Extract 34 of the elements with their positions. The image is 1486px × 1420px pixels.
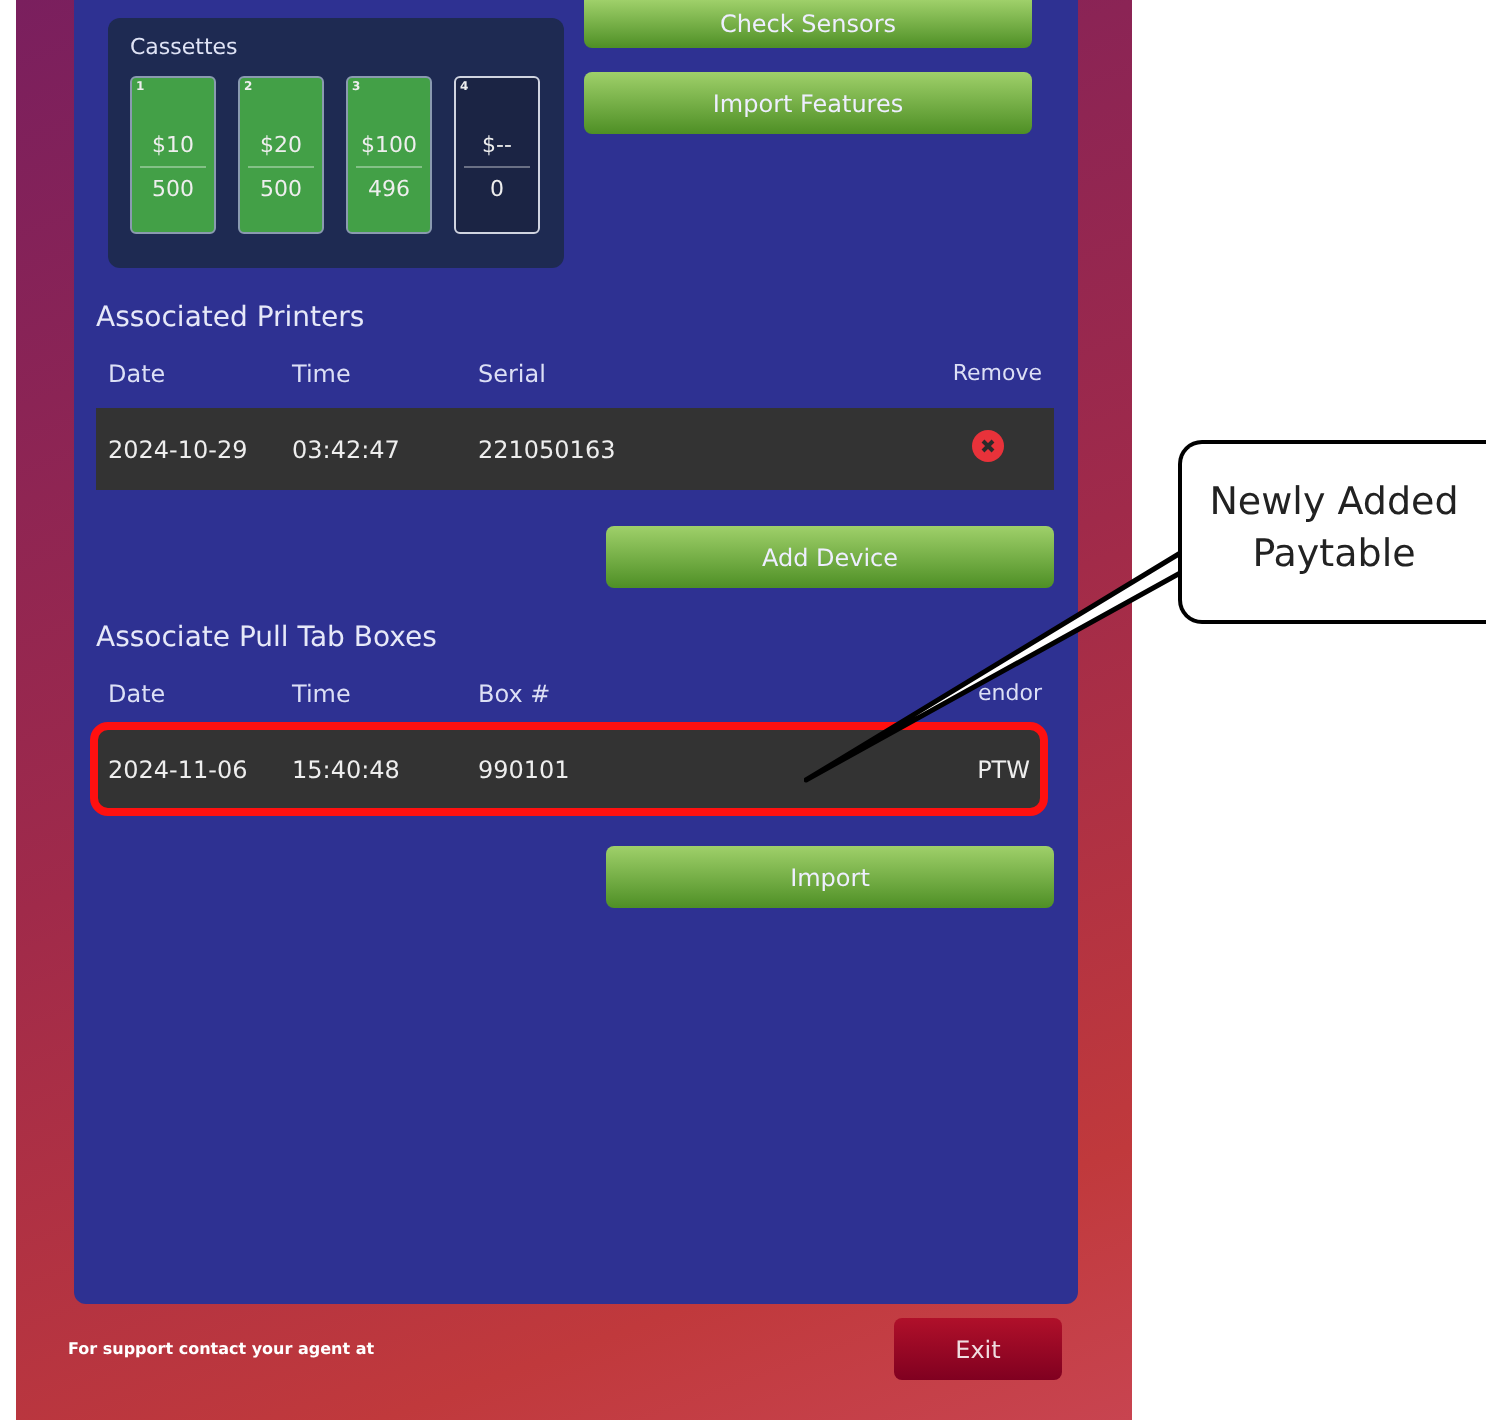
column-header: Remove (950, 360, 1042, 390)
table-cell-text: 15:40:48 (292, 755, 402, 783)
section-title: Associated Printers (96, 302, 367, 338)
table-cell-text: 2024-10-29 (108, 435, 250, 463)
support-text: For support contact your agent at (68, 1340, 375, 1358)
denomination: $20 (248, 132, 314, 168)
table-cell-text: 2024-11-06 (108, 755, 250, 783)
section-title: Associate Pull Tab Boxes (96, 622, 439, 658)
denomination: $-- (464, 132, 530, 168)
column-header: Date (108, 680, 168, 712)
remove-icon[interactable] (972, 430, 1004, 462)
action-button[interactable]: Import Features (584, 72, 1032, 134)
bill-count: 500 (258, 174, 304, 202)
exit-button[interactable]: Exit (894, 1318, 1062, 1380)
column-header: Time (292, 680, 353, 712)
column-header: endor (976, 680, 1042, 710)
action-button[interactable]: Import (606, 846, 1054, 908)
denomination: $100 (356, 132, 422, 168)
table-cell-text: 03:42:47 (292, 435, 402, 463)
callout-text: Newly Added Paytable (1178, 440, 1486, 624)
bill-count: 500 (150, 174, 196, 202)
action-button[interactable]: Add Device (606, 526, 1054, 588)
table-cell-text: 990101 (478, 755, 572, 783)
denomination: $10 (140, 132, 206, 168)
column-header: Date (108, 360, 168, 392)
table-cell-text: 221050163 (478, 435, 618, 463)
action-button[interactable]: Check Sensors (584, 0, 1032, 48)
bill-count: 0 (488, 174, 506, 202)
column-header: Box # (478, 680, 553, 712)
column-header: Serial (478, 360, 548, 392)
bill-count: 496 (366, 174, 412, 202)
column-header: Time (292, 360, 353, 392)
table-cell-text: PTW (975, 755, 1030, 783)
section-label: Cassettes (130, 34, 240, 60)
